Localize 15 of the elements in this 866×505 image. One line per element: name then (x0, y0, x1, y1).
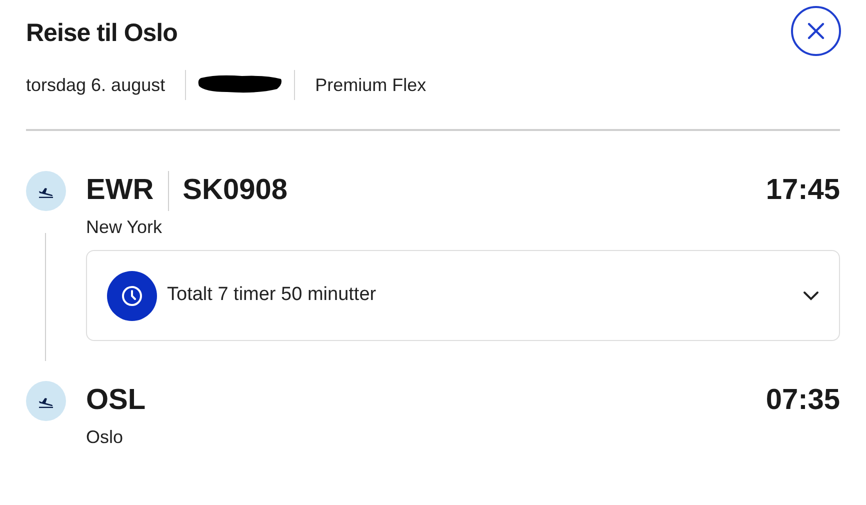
airport-code: OSL (86, 383, 147, 418)
city-name: New York (86, 216, 164, 239)
flight-time: 17:45 (766, 173, 840, 208)
flight-number: SK0908 (182, 173, 288, 208)
duration-card[interactable]: Totalt 7 timer 50 minutter (86, 250, 840, 341)
page-title: Reise til Oslo (26, 18, 178, 49)
close-button[interactable] (791, 6, 841, 56)
travel-date: torsdag 6. august (26, 74, 166, 97)
duration-text: Totalt 7 timer 50 minutter (166, 283, 378, 308)
airport-code: EWR (86, 173, 155, 208)
clock-icon (121, 284, 143, 306)
city-name: Oslo (86, 426, 124, 449)
fare-type: Premium Flex (314, 74, 426, 96)
flight-time: 07:35 (766, 383, 840, 418)
close-icon (806, 21, 826, 41)
